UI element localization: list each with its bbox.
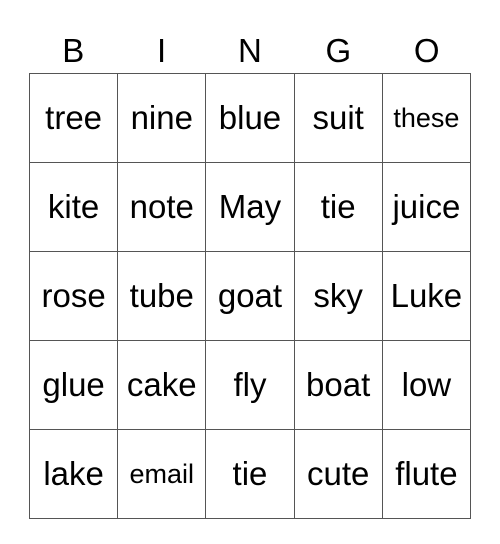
bingo-cell[interactable]: rose — [28, 251, 119, 341]
bingo-cell[interactable]: suit — [293, 73, 383, 163]
bingo-cell[interactable]: nine — [117, 73, 207, 163]
bingo-cell[interactable]: glue — [28, 340, 119, 430]
bingo-cell[interactable]: tie — [293, 162, 383, 252]
bingo-cell[interactable]: Luke — [381, 251, 472, 341]
bingo-grid: tree nine blue suit these kite note May … — [28, 73, 472, 519]
bingo-cell[interactable]: tube — [117, 251, 207, 341]
bingo-cell[interactable]: cute — [293, 429, 383, 519]
header-letter-n: N — [238, 32, 262, 69]
header-letter-o: O — [413, 32, 440, 69]
bingo-cell[interactable]: flute — [381, 429, 472, 519]
bingo-header: B I N G O — [29, 30, 471, 72]
bingo-cell[interactable]: low — [381, 340, 472, 430]
bingo-cell[interactable]: note — [117, 162, 207, 252]
header-letter-g: G — [325, 32, 352, 69]
grid-row: rose tube goat sky Luke — [28, 251, 472, 341]
bingo-cell[interactable]: fly — [205, 340, 295, 430]
bingo-cell[interactable]: juice — [381, 162, 472, 252]
grid-row: glue cake fly boat low — [28, 340, 472, 430]
bingo-cell[interactable]: kite — [28, 162, 119, 252]
bingo-cell[interactable]: cake — [117, 340, 207, 430]
grid-row: kite note May tie juice — [28, 162, 472, 252]
bingo-cell[interactable]: lake — [28, 429, 119, 519]
header-letter-i: I — [157, 32, 167, 69]
bingo-cell[interactable]: email — [117, 429, 207, 519]
grid-row: lake email tie cute flute — [28, 429, 472, 519]
bingo-cell[interactable]: blue — [205, 73, 295, 163]
bingo-cell[interactable]: these — [381, 73, 472, 163]
header-letter-b: B — [62, 32, 85, 69]
bingo-cell[interactable]: goat — [205, 251, 295, 341]
bingo-cell[interactable]: sky — [293, 251, 383, 341]
bingo-cell[interactable]: tree — [28, 73, 119, 163]
bingo-cell[interactable]: tie — [205, 429, 295, 519]
bingo-cell[interactable]: May — [205, 162, 295, 252]
grid-row: tree nine blue suit these — [28, 73, 472, 163]
bingo-cell[interactable]: boat — [293, 340, 383, 430]
